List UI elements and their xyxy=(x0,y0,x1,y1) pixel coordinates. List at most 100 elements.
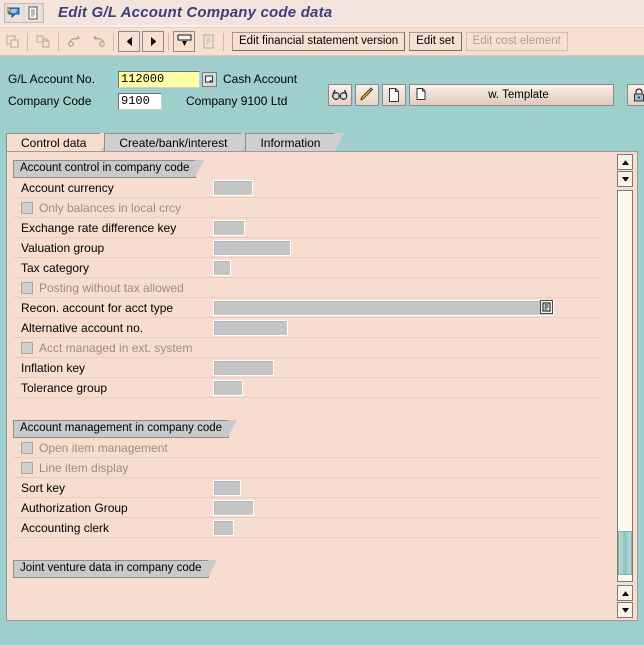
row-acct-managed-in-ext-system: Acct managed in ext. system xyxy=(13,338,599,358)
scroll-down-icon-bottom[interactable] xyxy=(617,602,633,618)
scroll-down-icon[interactable] xyxy=(617,171,633,187)
company-code-description: Company 9100 Ltd xyxy=(186,94,288,108)
lock-icon[interactable] xyxy=(627,84,644,106)
blank-page-icon[interactable] xyxy=(382,84,406,106)
tab-strip: Control data Create/bank/interest Inform… xyxy=(6,131,638,154)
sap-logo-icon[interactable] xyxy=(7,4,23,21)
scroll-thumb[interactable] xyxy=(618,531,632,575)
display-change-icon[interactable] xyxy=(173,31,195,52)
tab-control-data[interactable]: Control data xyxy=(6,133,111,154)
tab-information[interactable]: Information xyxy=(245,133,345,154)
match-code-icon[interactable] xyxy=(202,71,217,87)
recon-account-field-wrap xyxy=(213,300,554,316)
row-alternative-account-no: Alternative account no. xyxy=(13,318,599,338)
authorization-group-input[interactable] xyxy=(213,500,254,516)
page-title: Edit G/L Account Company code data xyxy=(58,4,333,21)
acct-managed-ext-system-label: Acct managed in ext. system xyxy=(39,341,193,355)
toolbar-separator xyxy=(58,32,59,51)
toolbar-separator xyxy=(168,32,169,51)
header-action-buttons: w. Template xyxy=(328,84,644,106)
row-recon-account-for-acct-type: Recon. account for acct type xyxy=(13,298,599,318)
alternative-account-no-label: Alternative account no. xyxy=(21,321,144,335)
sap-gui-window: Edit G/L Account Company code data Edit … xyxy=(0,0,644,645)
row-line-item-display: Line item display xyxy=(13,458,599,478)
line-item-display-checkbox xyxy=(21,462,33,474)
inflation-key-label: Inflation key xyxy=(21,361,86,375)
gl-account-label: G/L Account No. xyxy=(8,72,95,86)
exchange-rate-difference-key-input[interactable] xyxy=(213,220,245,236)
gl-account-description: Cash Account xyxy=(223,72,298,86)
document-icon[interactable] xyxy=(25,4,41,21)
open-item-management-label: Open item management xyxy=(39,441,168,455)
with-template-label: w. Template xyxy=(488,89,549,101)
row-rule xyxy=(13,397,599,398)
glasses-icon[interactable] xyxy=(328,84,352,106)
undo-icon[interactable] xyxy=(63,31,85,52)
account-currency-label: Account currency xyxy=(21,181,114,195)
application-toolbar: Edit financial statement version Edit se… xyxy=(0,28,644,56)
note-icon[interactable] xyxy=(197,31,219,52)
toolbar-separator xyxy=(113,32,114,51)
exchange-rate-difference-key-label: Exchange rate difference key xyxy=(21,221,177,235)
row-only-balances-local-crcy: Only balances in local crcy xyxy=(13,198,599,218)
toolbar-separator xyxy=(223,32,224,51)
account-currency-input[interactable] xyxy=(213,180,253,196)
next-arrow-icon[interactable] xyxy=(142,31,164,52)
row-valuation-group: Valuation group xyxy=(13,238,599,258)
row-sort-key: Sort key xyxy=(13,478,599,498)
row-rule xyxy=(13,537,599,538)
title-bar-icon-group xyxy=(4,2,44,23)
inflation-key-input[interactable] xyxy=(213,360,274,376)
company-code-input[interactable]: 9100 xyxy=(118,92,162,110)
edit-set-button[interactable]: Edit set xyxy=(409,32,462,51)
sort-key-label: Sort key xyxy=(21,481,66,495)
row-account-currency: Account currency xyxy=(13,178,599,198)
valuation-group-label: Valuation group xyxy=(21,241,105,255)
scroll-up-icon-bottom[interactable] xyxy=(617,585,633,601)
group-header-account-control: Account control in company code xyxy=(13,160,599,178)
row-tolerance-group: Tolerance group xyxy=(13,378,599,398)
edit-cost-element-button: Edit cost element xyxy=(465,32,568,51)
copy-to-icon[interactable] xyxy=(32,31,54,52)
tab-create-bank-interest[interactable]: Create/bank/interest xyxy=(104,133,252,154)
recon-account-dropdown-icon[interactable] xyxy=(540,300,553,314)
tax-category-label: Tax category xyxy=(21,261,90,275)
group-header-account-management: Account management in company code xyxy=(13,420,599,438)
group-title-account-control: Account control in company code xyxy=(13,160,205,178)
acct-managed-ext-system-checkbox xyxy=(21,342,33,354)
only-balances-local-crcy-checkbox xyxy=(21,202,33,214)
row-authorization-group: Authorization Group xyxy=(13,498,599,518)
gl-account-row: G/L Account No. 112000 Cash Account xyxy=(0,70,297,88)
row-inflation-key: Inflation key xyxy=(13,358,599,378)
accounting-clerk-input[interactable] xyxy=(213,520,234,536)
page-icon xyxy=(414,86,428,105)
control-data-panel: Account control in company code Account … xyxy=(6,151,638,621)
with-template-button[interactable]: w. Template xyxy=(409,84,614,106)
recon-account-input[interactable] xyxy=(213,300,554,316)
scroll-up-icon[interactable] xyxy=(617,154,633,170)
vertical-scrollbar[interactable] xyxy=(617,154,635,618)
alternative-account-no-input[interactable] xyxy=(213,320,288,336)
copy-icon[interactable] xyxy=(1,31,23,52)
open-item-management-checkbox xyxy=(21,442,33,454)
title-bar: Edit G/L Account Company code data xyxy=(0,0,644,25)
edit-financial-statement-version-button[interactable]: Edit financial statement version xyxy=(232,32,406,51)
previous-arrow-icon[interactable] xyxy=(118,31,140,52)
valuation-group-input[interactable] xyxy=(213,240,291,256)
gl-account-input[interactable]: 112000 xyxy=(118,70,200,88)
scroll-track[interactable] xyxy=(617,190,633,582)
sort-key-input[interactable] xyxy=(213,480,241,496)
pencil-edit-icon[interactable] xyxy=(355,84,379,106)
group-title-account-management: Account management in company code xyxy=(13,420,238,438)
form-scroll-area: Account control in company code Account … xyxy=(13,160,599,612)
line-item-display-label: Line item display xyxy=(39,461,129,475)
tolerance-group-input[interactable] xyxy=(213,380,243,396)
recon-account-label: Recon. account for acct type xyxy=(21,301,174,315)
row-open-item-management: Open item management xyxy=(13,438,599,458)
redo-icon[interactable] xyxy=(87,31,109,52)
company-code-row: Company Code 9100 Company 9100 Ltd xyxy=(0,92,287,110)
tax-category-input[interactable] xyxy=(213,260,231,276)
authorization-group-label: Authorization Group xyxy=(21,501,128,515)
